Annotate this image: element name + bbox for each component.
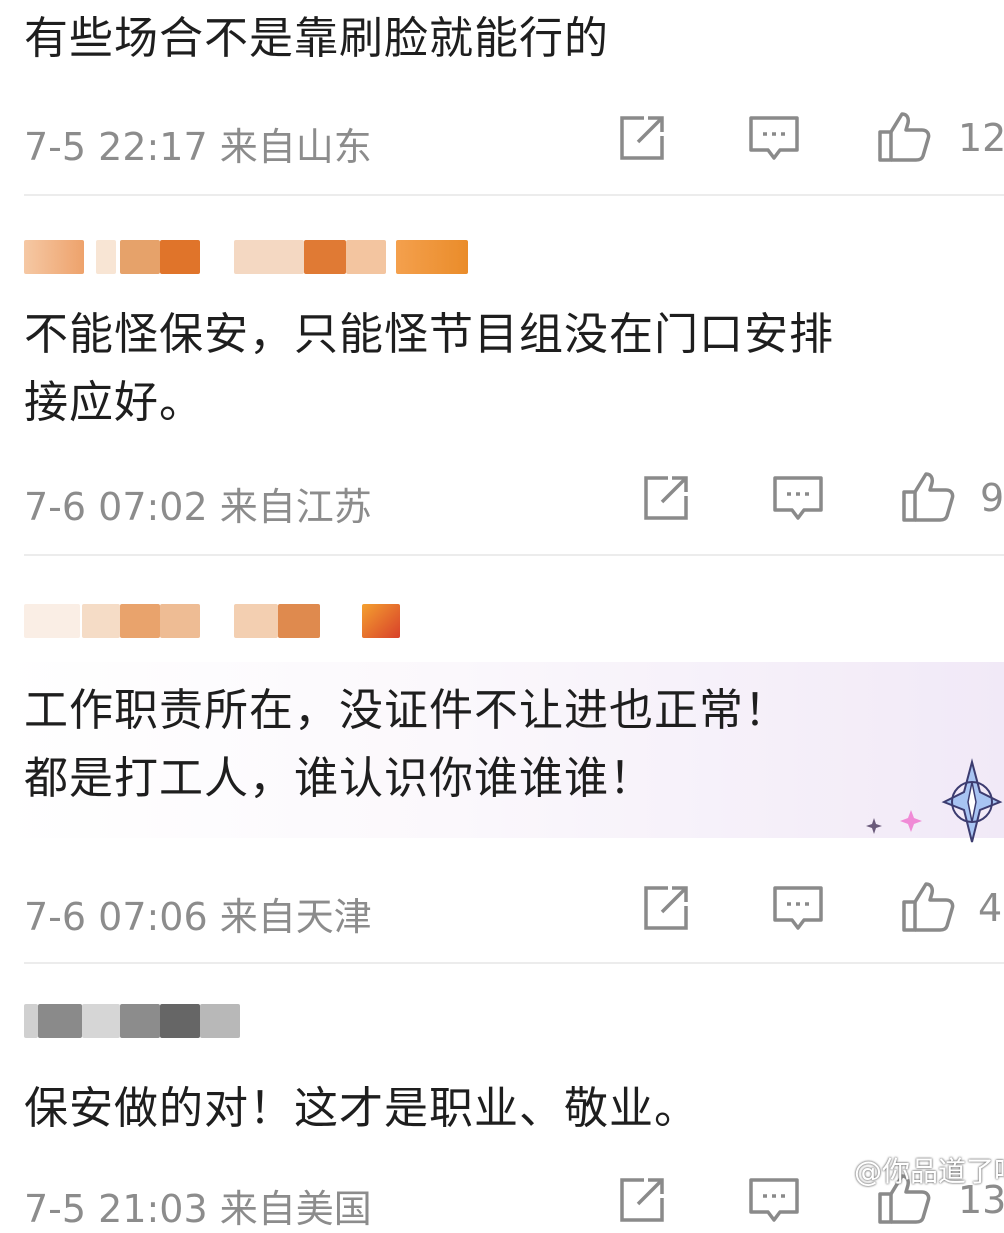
comment-text: 保安做的对！这才是职业、敬业。 <box>24 1083 699 1134</box>
thumbs-up-icon <box>902 472 955 522</box>
thumbs-up-icon <box>902 882 955 932</box>
forward-button[interactable] <box>638 880 694 936</box>
share-square-icon <box>644 886 688 930</box>
comment-bubble-icon <box>773 886 823 930</box>
comment-text: 都是打工人，谁认识你谁谁谁！ <box>24 753 654 804</box>
comment-bubble-icon <box>749 1178 799 1222</box>
username-blurred <box>24 596 484 640</box>
like-button[interactable] <box>900 468 956 524</box>
share-square-icon <box>620 1178 664 1222</box>
comment-text: 不能怪保安，只能怪节目组没在门口安排 <box>24 309 834 360</box>
share-square-icon <box>644 476 688 520</box>
comment-button[interactable] <box>746 110 802 166</box>
comment-button[interactable] <box>770 470 826 526</box>
divider <box>24 194 1004 196</box>
weibo-logo-icon <box>822 1162 852 1186</box>
username-blurred <box>24 232 484 276</box>
like-count: 12 <box>958 116 1004 160</box>
like-button[interactable] <box>876 108 932 164</box>
thumbs-up-icon <box>878 112 931 162</box>
comment-meta: 7-6 07:02 来自江苏 <box>24 485 372 529</box>
comment-button[interactable] <box>770 880 826 936</box>
watermark-text: @你品道了吗 <box>854 1155 1004 1188</box>
comment-button[interactable] <box>746 1172 802 1228</box>
share-square-icon <box>620 116 664 160</box>
comment-meta: 7-6 07:06 来自天津 <box>24 895 372 939</box>
comment-text: 工作职责所在，没证件不让进也正常！ <box>24 685 789 736</box>
username-blurred <box>24 996 484 1040</box>
comment-meta: 7-5 22:17 来自山东 <box>24 125 372 169</box>
comment-text: 接应好。 <box>24 377 204 428</box>
forward-button[interactable] <box>614 110 670 166</box>
comment-meta: 7-5 21:03 来自美国 <box>24 1187 372 1231</box>
like-count: 9 <box>980 476 1004 520</box>
comment-text: 有些场合不是靠刷脸就能行的 <box>24 13 609 64</box>
comment-bubble-icon <box>773 476 823 520</box>
forward-button[interactable] <box>614 1172 670 1228</box>
comment-bubble-icon <box>749 116 799 160</box>
divider <box>24 554 1004 556</box>
like-count: 4 <box>978 886 1003 930</box>
divider <box>24 962 1004 964</box>
forward-button[interactable] <box>638 470 694 526</box>
compass-star-decoration <box>866 758 1003 843</box>
like-button[interactable] <box>900 878 956 934</box>
weibo-watermark: @你品道了吗 <box>822 1150 1004 1190</box>
